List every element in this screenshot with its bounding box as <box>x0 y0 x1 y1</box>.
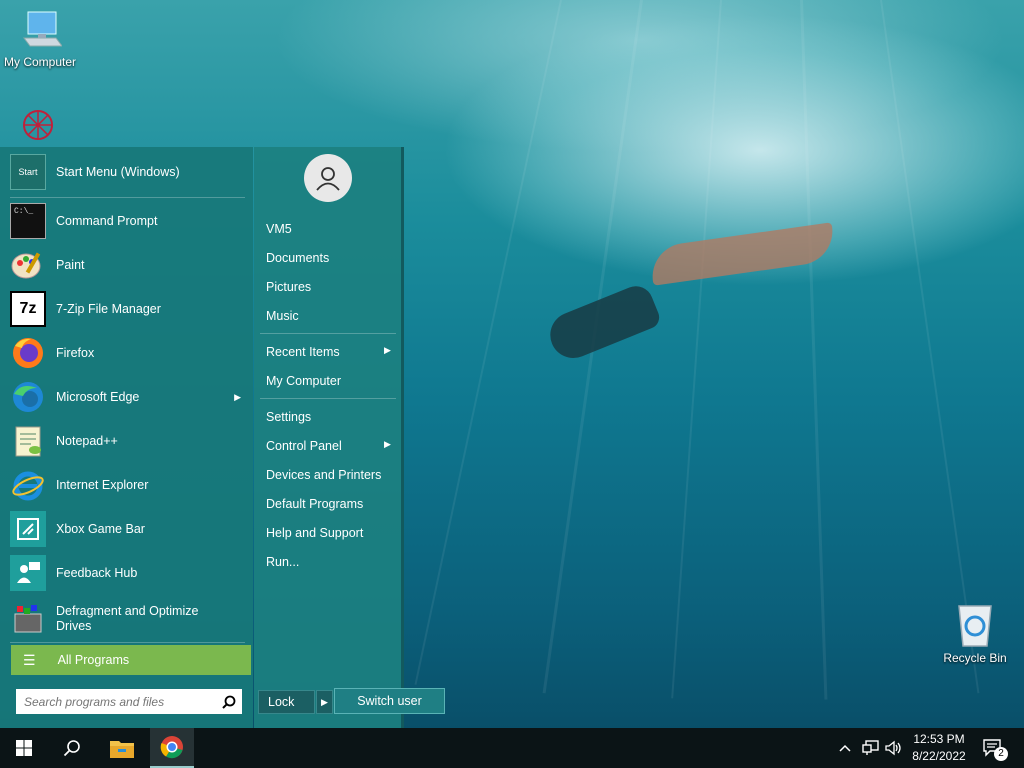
switch-user-button[interactable]: Switch user <box>334 688 445 714</box>
menu-item-control-panel[interactable]: Control Panel ▶ <box>266 439 391 453</box>
submenu-arrow-icon: ▶ <box>234 391 241 402</box>
program-microsoft-edge[interactable]: Microsoft Edge ▶ <box>10 375 245 419</box>
volume-icon <box>885 740 901 756</box>
my-computer-desktop-icon[interactable]: My Computer <box>0 8 80 69</box>
separator <box>260 333 396 334</box>
submenu-arrow-icon: ▶ <box>384 439 391 449</box>
menu-item-vm5[interactable]: VM5 <box>266 222 292 236</box>
menu-item-pictures[interactable]: Pictures <box>266 280 311 294</box>
recycle-bin-icon <box>958 605 992 647</box>
feedback-hub-icon <box>10 555 46 591</box>
network-icon <box>862 740 879 755</box>
edge-icon <box>10 379 46 415</box>
menu-item-devices-and-printers[interactable]: Devices and Printers <box>266 468 381 482</box>
clock-date: 8/22/2022 <box>912 749 966 763</box>
red-network-icon <box>23 110 53 140</box>
program-internet-explorer[interactable]: Internet Explorer <box>10 463 245 507</box>
command-prompt-icon: C:\_ <box>10 203 46 239</box>
action-center-button[interactable]: 2 <box>982 736 1008 761</box>
menu-item-music[interactable]: Music <box>266 309 299 323</box>
menu-item-default-programs[interactable]: Default Programs <box>266 497 363 511</box>
list-icon: ☰ <box>23 652 36 668</box>
menu-item-documents[interactable]: Documents <box>266 251 329 265</box>
taskbar-file-explorer[interactable] <box>98 728 146 768</box>
program-firefox[interactable]: Firefox <box>10 331 245 375</box>
app-desktop-icon[interactable] <box>16 106 60 147</box>
user-icon <box>316 167 340 191</box>
program-label: Internet Explorer <box>56 477 149 492</box>
menu-item-recent-items[interactable]: Recent Items ▶ <box>266 345 391 359</box>
defrag-icon <box>10 601 46 637</box>
menu-item-settings[interactable]: Settings <box>266 410 311 424</box>
program-label: Xbox Game Bar <box>56 521 145 536</box>
lock-button[interactable]: Lock <box>258 690 315 714</box>
program-defragment[interactable]: Defragment and Optimize Drives <box>10 597 245 641</box>
notification-count-badge: 2 <box>994 747 1008 761</box>
chrome-icon <box>160 736 183 759</box>
windows-logo-icon <box>16 740 32 756</box>
separator <box>260 398 396 399</box>
computer-icon <box>23 11 63 47</box>
program-label: Microsoft Edge <box>56 389 140 404</box>
show-hidden-icons-button[interactable] <box>838 738 854 758</box>
start-button[interactable] <box>0 728 48 768</box>
diver <box>543 281 663 365</box>
file-explorer-icon <box>110 741 134 758</box>
internet-explorer-icon <box>10 467 46 503</box>
program-label: Start Menu (Windows) <box>56 164 180 179</box>
program-command-prompt[interactable]: C:\_ Command Prompt <box>10 199 245 243</box>
search-icon[interactable] <box>222 695 236 709</box>
menu-item-my-computer[interactable]: My Computer <box>266 374 341 388</box>
power-options-arrow-button[interactable]: ▶ <box>316 690 333 714</box>
start-menu-icon: Start <box>10 154 46 190</box>
user-avatar[interactable] <box>304 154 352 202</box>
diver-fins <box>648 222 837 286</box>
notepadpp-icon <box>10 423 46 459</box>
submenu-arrow-icon: ▶ <box>384 345 391 355</box>
program-label: Command Prompt <box>56 213 158 228</box>
taskbar-chrome[interactable] <box>150 728 194 768</box>
separator <box>10 642 245 643</box>
program-start-menu-windows[interactable]: Start Start Menu (Windows) <box>10 150 245 194</box>
network-tray-button[interactable] <box>861 738 881 758</box>
program-label: Defragment and Optimize Drives <box>56 604 199 633</box>
program-7zip[interactable]: 7z 7-Zip File Manager <box>10 287 245 331</box>
separator <box>10 197 245 198</box>
program-notepadpp[interactable]: Notepad++ <box>10 419 245 463</box>
all-programs-label: All Programs <box>57 653 130 667</box>
taskbar-search-button[interactable] <box>48 728 96 768</box>
program-label: 7-Zip File Manager <box>56 301 161 316</box>
program-paint[interactable]: Paint <box>10 243 245 287</box>
taskbar-clock[interactable]: 12:53 PM 8/22/2022 <box>906 731 972 765</box>
desktop-icon-label: Recycle Bin <box>943 651 1007 665</box>
search-box[interactable] <box>16 689 242 714</box>
menu-item-help-and-support[interactable]: Help and Support <box>266 526 363 540</box>
program-label: Feedback Hub <box>56 565 138 580</box>
program-label: Paint <box>56 257 85 272</box>
recycle-bin-desktop-icon[interactable]: Recycle Bin <box>936 600 1014 665</box>
program-label: Notepad++ <box>56 433 118 448</box>
xbox-game-bar-icon <box>10 511 46 547</box>
search-input[interactable] <box>22 693 216 710</box>
volume-tray-button[interactable] <box>884 738 904 758</box>
firefox-icon <box>10 335 46 371</box>
menu-item-run[interactable]: Run... <box>266 555 299 569</box>
paint-icon <box>10 247 46 283</box>
program-feedback-hub[interactable]: Feedback Hub <box>10 551 245 595</box>
7zip-icon: 7z <box>10 291 46 327</box>
program-label: Firefox <box>56 345 95 360</box>
search-icon <box>63 740 80 757</box>
desktop-icon-label: My Computer <box>3 55 77 69</box>
chevron-up-icon <box>839 744 851 752</box>
all-programs-button[interactable]: ☰ All Programs <box>11 645 251 675</box>
clock-time: 12:53 PM <box>913 732 965 746</box>
chevron-right-icon: ▶ <box>321 696 328 707</box>
program-xbox-game-bar[interactable]: Xbox Game Bar <box>10 507 245 551</box>
